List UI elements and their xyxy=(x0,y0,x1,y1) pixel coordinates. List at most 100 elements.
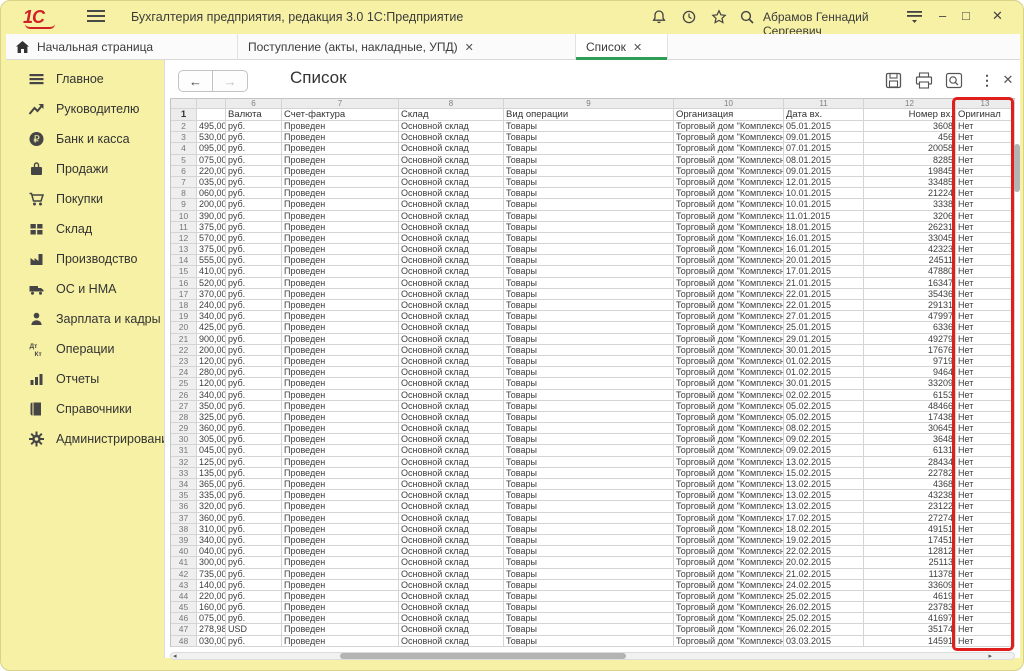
table-row[interactable]: 31045,00руб.ПроведенОсновной складТовары… xyxy=(171,445,1015,456)
table-row[interactable]: 29360,00руб.ПроведенОсновной складТовары… xyxy=(171,423,1015,434)
cell-rownum: 39 xyxy=(171,535,197,546)
header-cell-organization: 10 xyxy=(674,99,784,109)
table-row[interactable]: 32125,00руб.ПроведенОсновной складТовары… xyxy=(171,457,1015,468)
cell-currency: руб. xyxy=(226,345,282,356)
table-row[interactable]: 16520,00руб.ПроведенОсновной складТовары… xyxy=(171,278,1015,289)
service-menu-icon[interactable] xyxy=(906,10,924,28)
table-row[interactable]: 21900,00руб.ПроведенОсновной складТовары… xyxy=(171,334,1015,345)
sidebar-item-menu[interactable]: Главное xyxy=(6,64,164,94)
table-row[interactable]: 47278,98USDПроведенОсновной складТоварыТ… xyxy=(171,624,1015,635)
table-row[interactable]: 33135,00руб.ПроведенОсновной складТовары… xyxy=(171,468,1015,479)
table-row[interactable]: 9200,00руб.ПроведенОсновной складТоварыТ… xyxy=(171,199,1015,210)
table-row[interactable]: 43140,00руб.ПроведенОсновной складТовары… xyxy=(171,580,1015,591)
table-row[interactable]: 46075,00руб.ПроведенОсновной складТовары… xyxy=(171,613,1015,624)
table-row[interactable]: 44220,00руб.ПроведенОсновной складТовары… xyxy=(171,591,1015,602)
table-row[interactable]: 28325,00руб.ПроведенОсновной складТовары… xyxy=(171,412,1015,423)
scroll-left-icon[interactable]: ◂ xyxy=(173,652,177,660)
cell-warehouse: Основной склад xyxy=(399,479,504,490)
tab-home[interactable]: Начальная страница xyxy=(6,34,238,60)
table-row[interactable]: 41300,00руб.ПроведенОсновной складТовары… xyxy=(171,557,1015,568)
notifications-bell-icon[interactable] xyxy=(651,9,669,27)
sidebar-item-factory[interactable]: Производство xyxy=(6,244,164,274)
sidebar-item-trend[interactable]: Руководителю xyxy=(6,94,164,124)
favorites-star-icon[interactable] xyxy=(711,9,729,27)
cell-date-in: 13.02.2015 xyxy=(784,501,864,512)
maximize-button[interactable]: □ xyxy=(962,8,970,23)
table-row[interactable]: 3530,00руб.ПроведенОсновной складТоварыТ… xyxy=(171,132,1015,143)
print-icon[interactable] xyxy=(915,72,935,90)
table-row[interactable]: 12570,00руб.ПроведенОсновной складТовары… xyxy=(171,233,1015,244)
sidebar-item-ruble[interactable]: ₽Банк и касса xyxy=(6,124,164,154)
table-row[interactable]: 2495,00руб.ПроведенОсновной складТоварыТ… xyxy=(171,121,1015,132)
table-row[interactable]: 18240,00руб.ПроведенОсновной складТовары… xyxy=(171,300,1015,311)
table-row[interactable]: 39340,00руб.ПроведенОсновной складТовары… xyxy=(171,535,1015,546)
table-row[interactable]: 14555,00руб.ПроведенОсновной складТовары… xyxy=(171,255,1015,266)
table-row[interactable]: 17370,00руб.ПроведенОсновной складТовары… xyxy=(171,289,1015,300)
back-button[interactable]: ← xyxy=(178,70,213,92)
table-row[interactable]: 20425,00руб.ПроведенОсновной складТовары… xyxy=(171,322,1015,333)
search-icon[interactable] xyxy=(739,9,757,27)
table-row[interactable]: 27350,00руб.ПроведенОсновной складТовары… xyxy=(171,401,1015,412)
minimize-button[interactable]: – xyxy=(939,8,946,23)
close-tab-icon[interactable]: ✕ xyxy=(633,41,642,54)
tab-postuplenie[interactable]: Поступление (акты, накладные, УПД) ✕ xyxy=(238,34,576,60)
table-row[interactable]: 5075,00руб.ПроведенОсновной складТоварыТ… xyxy=(171,155,1015,166)
table-row[interactable]: 38310,00руб.ПроведенОсновной складТовары… xyxy=(171,524,1015,535)
table-row[interactable]: 19340,00руб.ПроведенОсновной складТовары… xyxy=(171,311,1015,322)
cell-currency: руб. xyxy=(226,468,282,479)
table-row[interactable]: 7035,00руб.ПроведенОсновной складТоварыТ… xyxy=(171,177,1015,188)
scroll-right-icon[interactable]: ▸ xyxy=(988,652,992,660)
sidebar-item-chart[interactable]: Отчеты xyxy=(6,364,164,394)
close-list-icon[interactable]: ✕ xyxy=(998,72,1018,90)
sidebar-item-dtkt[interactable]: ДтКтОперации xyxy=(6,334,164,364)
table-row[interactable]: 26340,00руб.ПроведенОсновной складТовары… xyxy=(171,390,1015,401)
more-icon[interactable]: ⋮ xyxy=(977,72,997,90)
save-icon[interactable] xyxy=(885,72,905,90)
table-row[interactable]: 15410,00руб.ПроведенОсновной складТовары… xyxy=(171,266,1015,277)
table-row[interactable]: 23120,00руб.ПроведенОсновной складТовары… xyxy=(171,356,1015,367)
table-row[interactable]: 11375,00руб.ПроведенОсновной складТовары… xyxy=(171,222,1015,233)
table-row[interactable]: 35335,00руб.ПроведенОсновной складТовары… xyxy=(171,490,1015,501)
table-row[interactable]: 36320,00руб.ПроведенОсновной складТовары… xyxy=(171,501,1015,512)
cell-date-in: 26.02.2015 xyxy=(784,624,864,635)
cell-original: Нет xyxy=(956,278,1015,289)
vertical-scroll-thumb[interactable] xyxy=(1014,144,1020,192)
sidebar-item-cart[interactable]: Покупки xyxy=(6,184,164,214)
table-row[interactable]: 34365,00руб.ПроведенОсновной складТовары… xyxy=(171,479,1015,490)
sidebar-item-gear[interactable]: Администрирование xyxy=(6,424,164,454)
column-header-row: 1ВалютаСчет-фактураСкладВид операцииОрга… xyxy=(171,109,1015,121)
find-icon[interactable] xyxy=(945,72,965,90)
sidebar-item-grid[interactable]: Склад xyxy=(6,214,164,244)
sidebar-item-person[interactable]: Зарплата и кадры xyxy=(6,304,164,334)
close-tab-icon[interactable]: ✕ xyxy=(465,41,474,54)
table-row[interactable]: 4095,00руб.ПроведенОсновной складТоварыТ… xyxy=(171,143,1015,154)
cell-warehouse: Основной склад xyxy=(399,490,504,501)
table-row[interactable]: 45160,00руб.ПроведенОсновной складТовары… xyxy=(171,602,1015,613)
table-row[interactable]: 22200,00руб.ПроведенОсновной складТовары… xyxy=(171,345,1015,356)
vertical-scrollbar[interactable] xyxy=(1014,98,1021,646)
app-title: Бухгалтерия предприятия, редакция 3.0 1С… xyxy=(131,10,463,24)
table-row[interactable]: 40040,00руб.ПроведенОсновной складТовары… xyxy=(171,546,1015,557)
cell-rownum: 16 xyxy=(171,278,197,289)
main-menu-icon[interactable] xyxy=(87,10,105,24)
tab-spisok[interactable]: Список ✕ xyxy=(576,34,668,60)
horizontal-scroll-thumb[interactable] xyxy=(340,653,626,659)
sidebar-item-bag[interactable]: Продажи xyxy=(6,154,164,184)
table-row[interactable]: 10390,00руб.ПроведенОсновной складТовары… xyxy=(171,211,1015,222)
sidebar-item-book[interactable]: Справочники xyxy=(6,394,164,424)
table-row[interactable]: 37360,00руб.ПроведенОсновной складТовары… xyxy=(171,513,1015,524)
table-row[interactable]: 48030,00руб.ПроведенОсновной складТовары… xyxy=(171,636,1015,647)
table-row[interactable]: 6220,00руб.ПроведенОсновной складТоварыТ… xyxy=(171,166,1015,177)
table-row[interactable]: 30305,00руб.ПроведенОсновной складТовары… xyxy=(171,434,1015,445)
forward-button[interactable]: → xyxy=(213,70,248,92)
cell-rownum: 33 xyxy=(171,468,197,479)
table-row[interactable]: 25120,00руб.ПроведенОсновной складТовары… xyxy=(171,378,1015,389)
horizontal-scrollbar[interactable]: ◂ ▸ xyxy=(170,652,1015,660)
history-icon[interactable] xyxy=(681,9,699,27)
close-window-button[interactable]: ✕ xyxy=(992,8,1003,24)
sidebar-item-truck[interactable]: ОС и НМА xyxy=(6,274,164,304)
table-row[interactable]: 42735,00руб.ПроведенОсновной складТовары… xyxy=(171,569,1015,580)
table-row[interactable]: 13375,00руб.ПроведенОсновной складТовары… xyxy=(171,244,1015,255)
table-row[interactable]: 8060,00руб.ПроведенОсновной складТоварыТ… xyxy=(171,188,1015,199)
table-row[interactable]: 24280,00руб.ПроведенОсновной складТовары… xyxy=(171,367,1015,378)
